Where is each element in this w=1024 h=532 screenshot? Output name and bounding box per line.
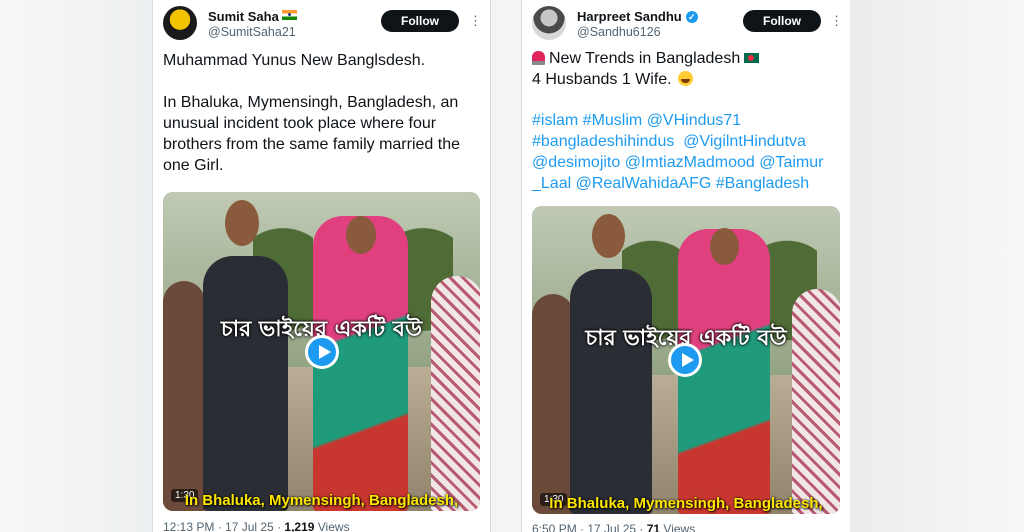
tweet-text: Muhammad Yunus New Banglsdesh. In Bhaluk… <box>163 52 460 174</box>
timestamp[interactable]: 6:50 PM · 17 Jul 25 · <box>532 522 647 532</box>
police-light-icon <box>532 51 545 65</box>
author-name[interactable]: Sumit Saha <box>208 9 297 24</box>
author-name-text[interactable]: Harpreet Sandhu <box>577 9 682 24</box>
author-handle[interactable]: @Sandhu6126 <box>577 25 661 39</box>
views-label: Views <box>314 520 350 532</box>
play-icon[interactable] <box>668 343 702 377</box>
video-subtitle: In Bhaluka, Mymensingh, Bangladesh, <box>184 492 459 509</box>
more-options-icon[interactable]: ⋮ <box>469 10 482 32</box>
play-icon[interactable] <box>305 335 339 369</box>
grinning-sweat-icon <box>678 71 694 86</box>
views-label: Views <box>660 522 696 532</box>
avatar[interactable] <box>163 6 197 40</box>
verified-badge-icon: ✓ <box>685 11 698 23</box>
video-player[interactable]: চার ভাইয়ের একটি বউ 1:30 In Bhaluka, Mym… <box>532 206 840 514</box>
tweet-card-left[interactable]: Sumit Saha @SumitSaha21 Follow ⋮ Muhamma… <box>152 0 491 532</box>
video-player[interactable]: চার ভাইয়ের একটি বউ 1:30 In Bhaluka, Mym… <box>163 192 480 511</box>
tweet-text-line1: New Trends in Bangladesh <box>549 50 741 67</box>
tweet-card-right[interactable]: Harpreet Sandhu ✓ @Sandhu6126 Follow ⋮ Ne… <box>521 0 850 532</box>
author-name[interactable]: Harpreet Sandhu ✓ <box>577 9 698 24</box>
author-handle[interactable]: @SumitSaha21 <box>208 25 296 39</box>
views-count: 1,219 <box>284 520 315 532</box>
india-flag-icon <box>281 10 297 20</box>
author-name-text[interactable]: Sumit Saha <box>208 9 279 24</box>
follow-button[interactable]: Follow <box>743 10 821 32</box>
hashtags-mentions[interactable]: #islam #Muslim @VHindus71 #bangladeshihi… <box>532 110 847 194</box>
bangladesh-flag-icon <box>744 53 760 63</box>
tweet-meta: 6:50 PM · 17 Jul 25 · 71 Views <box>532 522 695 532</box>
more-options-icon[interactable]: ⋮ <box>830 10 843 32</box>
tweet-text: New Trends in Bangladesh 4 Husbands 1 Wi… <box>532 48 842 90</box>
avatar[interactable] <box>532 6 566 40</box>
tweet-text-line2: 4 Husbands 1 Wife. <box>532 71 672 88</box>
follow-button[interactable]: Follow <box>381 10 459 32</box>
timestamp[interactable]: 12:13 PM · 17 Jul 25 · <box>163 520 284 532</box>
tweet-meta: 12:13 PM · 17 Jul 25 · 1,219 Views <box>163 520 350 532</box>
video-subtitle: In Bhaluka, Mymensingh, Bangladesh, <box>549 495 823 512</box>
views-count: 71 <box>646 522 661 532</box>
